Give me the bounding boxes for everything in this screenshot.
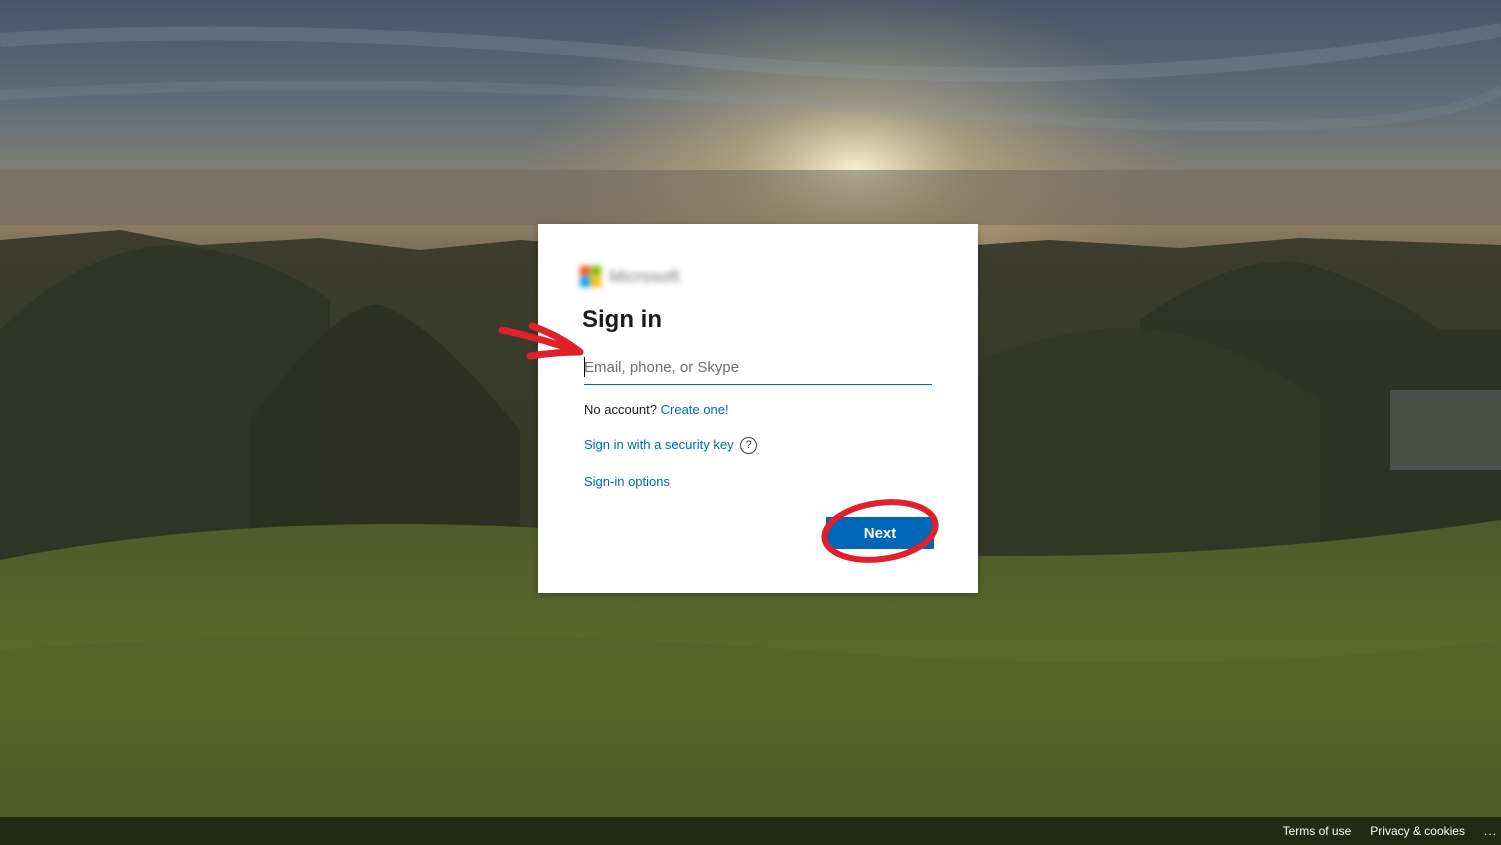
- terms-of-use-link[interactable]: Terms of use: [1283, 824, 1352, 838]
- no-account-label: No account?: [584, 402, 657, 417]
- sign-in-options-row: Sign-in options: [584, 474, 670, 489]
- microsoft-logo: Microsoft: [580, 266, 680, 287]
- help-icon[interactable]: ?: [740, 437, 758, 455]
- page: Microsoft Sign in No account? Create one…: [0, 0, 1501, 845]
- security-key-row: Sign in with a security key ?: [584, 437, 758, 455]
- footer-links: Terms of use Privacy & cookies ...: [1283, 817, 1501, 845]
- text-caret: [584, 357, 585, 377]
- sign-in-card: Microsoft Sign in No account? Create one…: [538, 224, 978, 593]
- microsoft-logo-icon: [580, 266, 601, 287]
- sign-in-options-link[interactable]: Sign-in options: [584, 474, 670, 489]
- more-options-button[interactable]: ...: [1484, 824, 1497, 838]
- email-field-container: [584, 352, 932, 385]
- next-button[interactable]: Next: [826, 517, 934, 549]
- email-field[interactable]: [584, 352, 932, 382]
- footer-bar: Terms of use Privacy & cookies ...: [0, 817, 1501, 845]
- privacy-cookies-link[interactable]: Privacy & cookies: [1370, 824, 1465, 838]
- create-account-link[interactable]: Create one!: [661, 402, 729, 417]
- microsoft-logo-text: Microsoft: [609, 266, 680, 286]
- security-key-link[interactable]: Sign in with a security key: [584, 437, 734, 452]
- no-account-row: No account? Create one!: [584, 402, 729, 417]
- page-title: Sign in: [582, 306, 662, 333]
